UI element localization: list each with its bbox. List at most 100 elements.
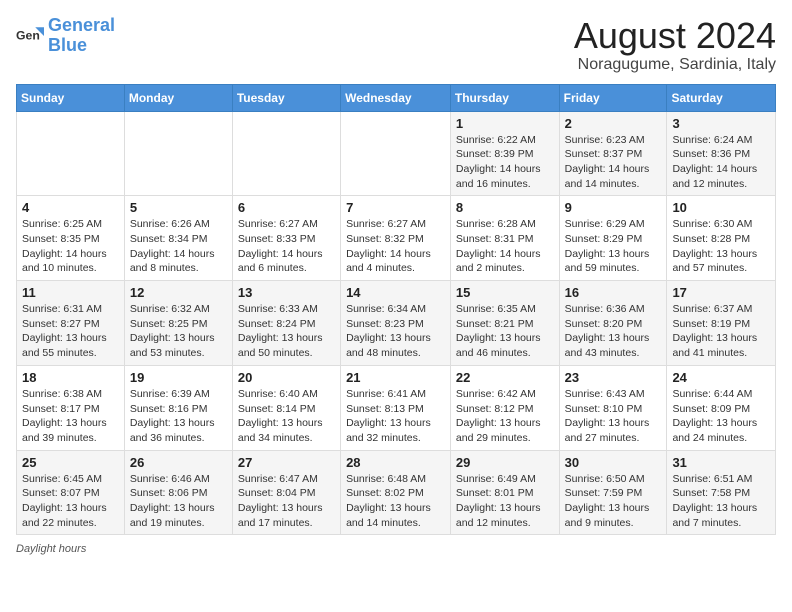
day-number: 24 xyxy=(672,370,770,385)
day-info: Sunrise: 6:45 AMSunset: 8:07 PMDaylight:… xyxy=(22,472,119,531)
calendar-cell: 31 Sunrise: 6:51 AMSunset: 7:58 PMDayligh… xyxy=(667,450,776,535)
calendar-cell xyxy=(124,111,232,196)
day-number: 19 xyxy=(130,370,227,385)
day-number: 20 xyxy=(238,370,335,385)
calendar-cell: 10Sunrise: 6:30 AMSunset: 8:28 PMDayligh… xyxy=(667,196,776,281)
calendar-cell xyxy=(17,111,125,196)
day-number: 12 xyxy=(130,285,227,300)
day-info: Sunrise: 6:22 AMSunset: 8:39 PMDaylight:… xyxy=(456,133,554,192)
day-number: 22 xyxy=(456,370,554,385)
main-title: August 2024 xyxy=(574,16,776,56)
calendar-cell: 21Sunrise: 6:41 AMSunset: 8:13 PMDayligh… xyxy=(341,365,451,450)
day-info: Sunrise: 6:27 AMSunset: 8:32 PMDaylight:… xyxy=(346,217,445,276)
header-day-sunday: Sunday xyxy=(17,84,125,111)
week-row-4: 18Sunrise: 6:38 AMSunset: 8:17 PMDayligh… xyxy=(17,365,776,450)
day-info: Sunrise: 6:32 AMSunset: 8:25 PMDaylight:… xyxy=(130,302,227,361)
calendar-cell: 14 Sunrise: 6:34 AMSunset: 8:23 PMDayligh… xyxy=(341,281,451,366)
header-day-friday: Friday xyxy=(559,84,667,111)
week-row-2: 4 Sunrise: 6:25 AMSunset: 8:35 PMDaylight… xyxy=(17,196,776,281)
day-info: Sunrise: 6:30 AMSunset: 8:28 PMDaylight:… xyxy=(672,217,770,276)
day-number: 18 xyxy=(22,370,119,385)
week-row-1: 1 Sunrise: 6:22 AMSunset: 8:39 PMDaylight… xyxy=(17,111,776,196)
day-info: Sunrise: 6:26 AMSunset: 8:34 PMDaylight:… xyxy=(130,217,227,276)
day-info: Sunrise: 6:28 AMSunset: 8:31 PMDaylight:… xyxy=(456,217,554,276)
calendar-cell: 4 Sunrise: 6:25 AMSunset: 8:35 PMDaylight… xyxy=(17,196,125,281)
day-number: 16 xyxy=(565,285,662,300)
day-info: Sunrise: 6:29 AMSunset: 8:29 PMDaylight:… xyxy=(565,217,662,276)
day-number: 5 xyxy=(130,200,227,215)
header-day-monday: Monday xyxy=(124,84,232,111)
calendar-cell xyxy=(232,111,340,196)
calendar-cell: 19 Sunrise: 6:39 AMSunset: 8:16 PMDayligh… xyxy=(124,365,232,450)
day-info: Sunrise: 6:24 AMSunset: 8:36 PMDaylight:… xyxy=(672,133,770,192)
header-day-tuesday: Tuesday xyxy=(232,84,340,111)
logo-text-line1: General xyxy=(48,16,115,36)
calendar-cell: 22Sunrise: 6:42 AMSunset: 8:12 PMDayligh… xyxy=(450,365,559,450)
day-info: Sunrise: 6:41 AMSunset: 8:13 PMDaylight:… xyxy=(346,387,445,446)
calendar-cell: 16Sunrise: 6:36 AMSunset: 8:20 PMDayligh… xyxy=(559,281,667,366)
week-row-5: 25Sunrise: 6:45 AMSunset: 8:07 PMDayligh… xyxy=(17,450,776,535)
day-info: Sunrise: 6:43 AMSunset: 8:10 PMDaylight:… xyxy=(565,387,662,446)
logo-text-line2: Blue xyxy=(48,36,115,56)
day-info: Sunrise: 6:46 AMSunset: 8:06 PMDaylight:… xyxy=(130,472,227,531)
day-info: Sunrise: 6:40 AMSunset: 8:14 PMDaylight:… xyxy=(238,387,335,446)
day-number: 23 xyxy=(565,370,662,385)
calendar-cell: 29 Sunrise: 6:49 AMSunset: 8:01 PMDayligh… xyxy=(450,450,559,535)
day-info: Sunrise: 6:25 AMSunset: 8:35 PMDaylight:… xyxy=(22,217,119,276)
day-info: Sunrise: 6:47 AMSunset: 8:04 PMDaylight:… xyxy=(238,472,335,531)
subtitle: Noragugume, Sardinia, Italy xyxy=(574,56,776,74)
day-number: 28 xyxy=(346,455,445,470)
calendar-cell: 11Sunrise: 6:31 AMSunset: 8:27 PMDayligh… xyxy=(17,281,125,366)
day-number: 13 xyxy=(238,285,335,300)
day-number: 26 xyxy=(130,455,227,470)
day-info: Sunrise: 6:48 AMSunset: 8:02 PMDaylight:… xyxy=(346,472,445,531)
title-block: August 2024 Noragugume, Sardinia, Italy xyxy=(574,16,776,74)
day-info: Sunrise: 6:49 AMSunset: 8:01 PMDaylight:… xyxy=(456,472,554,531)
day-info: Sunrise: 6:39 AMSunset: 8:16 PMDaylight:… xyxy=(130,387,227,446)
calendar-cell: 30Sunrise: 6:50 AMSunset: 7:59 PMDayligh… xyxy=(559,450,667,535)
calendar-cell: 7 Sunrise: 6:27 AMSunset: 8:32 PMDaylight… xyxy=(341,196,451,281)
header-day-thursday: Thursday xyxy=(450,84,559,111)
calendar-cell: 25Sunrise: 6:45 AMSunset: 8:07 PMDayligh… xyxy=(17,450,125,535)
day-info: Sunrise: 6:35 AMSunset: 8:21 PMDaylight:… xyxy=(456,302,554,361)
day-number: 7 xyxy=(346,200,445,215)
calendar-cell: 2Sunrise: 6:23 AMSunset: 8:37 PMDaylight… xyxy=(559,111,667,196)
footer-label: Daylight hours xyxy=(16,543,86,555)
calendar-cell: 23 Sunrise: 6:43 AMSunset: 8:10 PMDayligh… xyxy=(559,365,667,450)
day-number: 29 xyxy=(456,455,554,470)
calendar-header: SundayMondayTuesdayWednesdayThursdayFrid… xyxy=(17,84,776,111)
day-info: Sunrise: 6:33 AMSunset: 8:24 PMDaylight:… xyxy=(238,302,335,361)
day-number: 14 xyxy=(346,285,445,300)
day-info: Sunrise: 6:27 AMSunset: 8:33 PMDaylight:… xyxy=(238,217,335,276)
day-info: Sunrise: 6:51 AMSunset: 7:58 PMDaylight:… xyxy=(672,472,770,531)
day-number: 6 xyxy=(238,200,335,215)
day-info: Sunrise: 6:23 AMSunset: 8:37 PMDaylight:… xyxy=(565,133,662,192)
svg-text:Gen: Gen xyxy=(16,28,40,42)
calendar-cell: 17Sunrise: 6:37 AMSunset: 8:19 PMDayligh… xyxy=(667,281,776,366)
header-day-saturday: Saturday xyxy=(667,84,776,111)
day-number: 15 xyxy=(456,285,554,300)
logo-icon: Gen xyxy=(16,22,44,50)
day-number: 31 xyxy=(672,455,770,470)
calendar-cell: 26 Sunrise: 6:46 AMSunset: 8:06 PMDayligh… xyxy=(124,450,232,535)
calendar-cell xyxy=(341,111,451,196)
calendar-cell: 15 Sunrise: 6:35 AMSunset: 8:21 PMDayligh… xyxy=(450,281,559,366)
day-number: 4 xyxy=(22,200,119,215)
logo: Gen General Blue xyxy=(16,16,115,56)
calendar-cell: 27 Sunrise: 6:47 AMSunset: 8:04 PMDayligh… xyxy=(232,450,340,535)
day-number: 30 xyxy=(565,455,662,470)
day-number: 9 xyxy=(565,200,662,215)
day-number: 1 xyxy=(456,116,554,131)
day-info: Sunrise: 6:34 AMSunset: 8:23 PMDaylight:… xyxy=(346,302,445,361)
week-row-3: 11Sunrise: 6:31 AMSunset: 8:27 PMDayligh… xyxy=(17,281,776,366)
calendar-cell: 5 Sunrise: 6:26 AMSunset: 8:34 PMDaylight… xyxy=(124,196,232,281)
calendar-cell: 3 Sunrise: 6:24 AMSunset: 8:36 PMDaylight… xyxy=(667,111,776,196)
calendar-cell: 28 Sunrise: 6:48 AMSunset: 8:02 PMDayligh… xyxy=(341,450,451,535)
day-number: 3 xyxy=(672,116,770,131)
day-info: Sunrise: 6:44 AMSunset: 8:09 PMDaylight:… xyxy=(672,387,770,446)
calendar-body: 1 Sunrise: 6:22 AMSunset: 8:39 PMDaylight… xyxy=(17,111,776,535)
calendar-table: SundayMondayTuesdayWednesdayThursdayFrid… xyxy=(16,84,776,536)
calendar-cell: 18Sunrise: 6:38 AMSunset: 8:17 PMDayligh… xyxy=(17,365,125,450)
day-number: 27 xyxy=(238,455,335,470)
calendar-cell: 24 Sunrise: 6:44 AMSunset: 8:09 PMDayligh… xyxy=(667,365,776,450)
